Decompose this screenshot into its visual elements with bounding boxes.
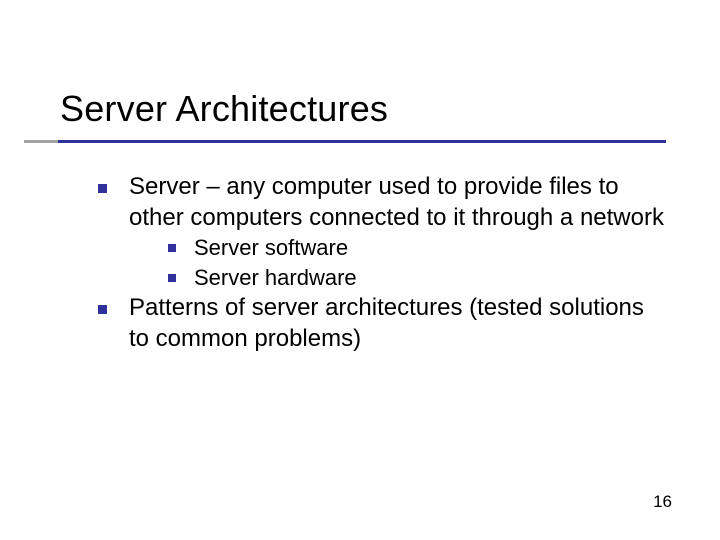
rule-short xyxy=(24,140,58,143)
square-bullet-icon xyxy=(98,184,107,193)
title-wrap: Server Architectures xyxy=(60,88,680,130)
sub-list-item: Server software xyxy=(168,233,670,263)
sub-list-item-text: Server software xyxy=(194,233,348,263)
sub-list-item-text: Server hardware xyxy=(194,263,357,293)
rule-long xyxy=(58,140,666,143)
list-item-text: Server – any computer used to provide fi… xyxy=(129,172,670,233)
content-area: Server – any computer used to provide fi… xyxy=(98,172,670,354)
square-bullet-icon xyxy=(168,244,176,252)
list-item-text: Patterns of server architectures (tested… xyxy=(129,293,670,354)
square-bullet-icon xyxy=(168,274,176,282)
square-bullet-icon xyxy=(98,305,107,314)
list-item: Server – any computer used to provide fi… xyxy=(98,172,670,233)
page-number: 16 xyxy=(653,492,672,512)
list-item: Patterns of server architectures (tested… xyxy=(98,293,670,354)
sub-list-item: Server hardware xyxy=(168,263,670,293)
sub-list: Server software Server hardware xyxy=(168,233,670,292)
slide-title: Server Architectures xyxy=(60,88,680,130)
slide: Server Architectures Server – any comput… xyxy=(0,0,720,540)
